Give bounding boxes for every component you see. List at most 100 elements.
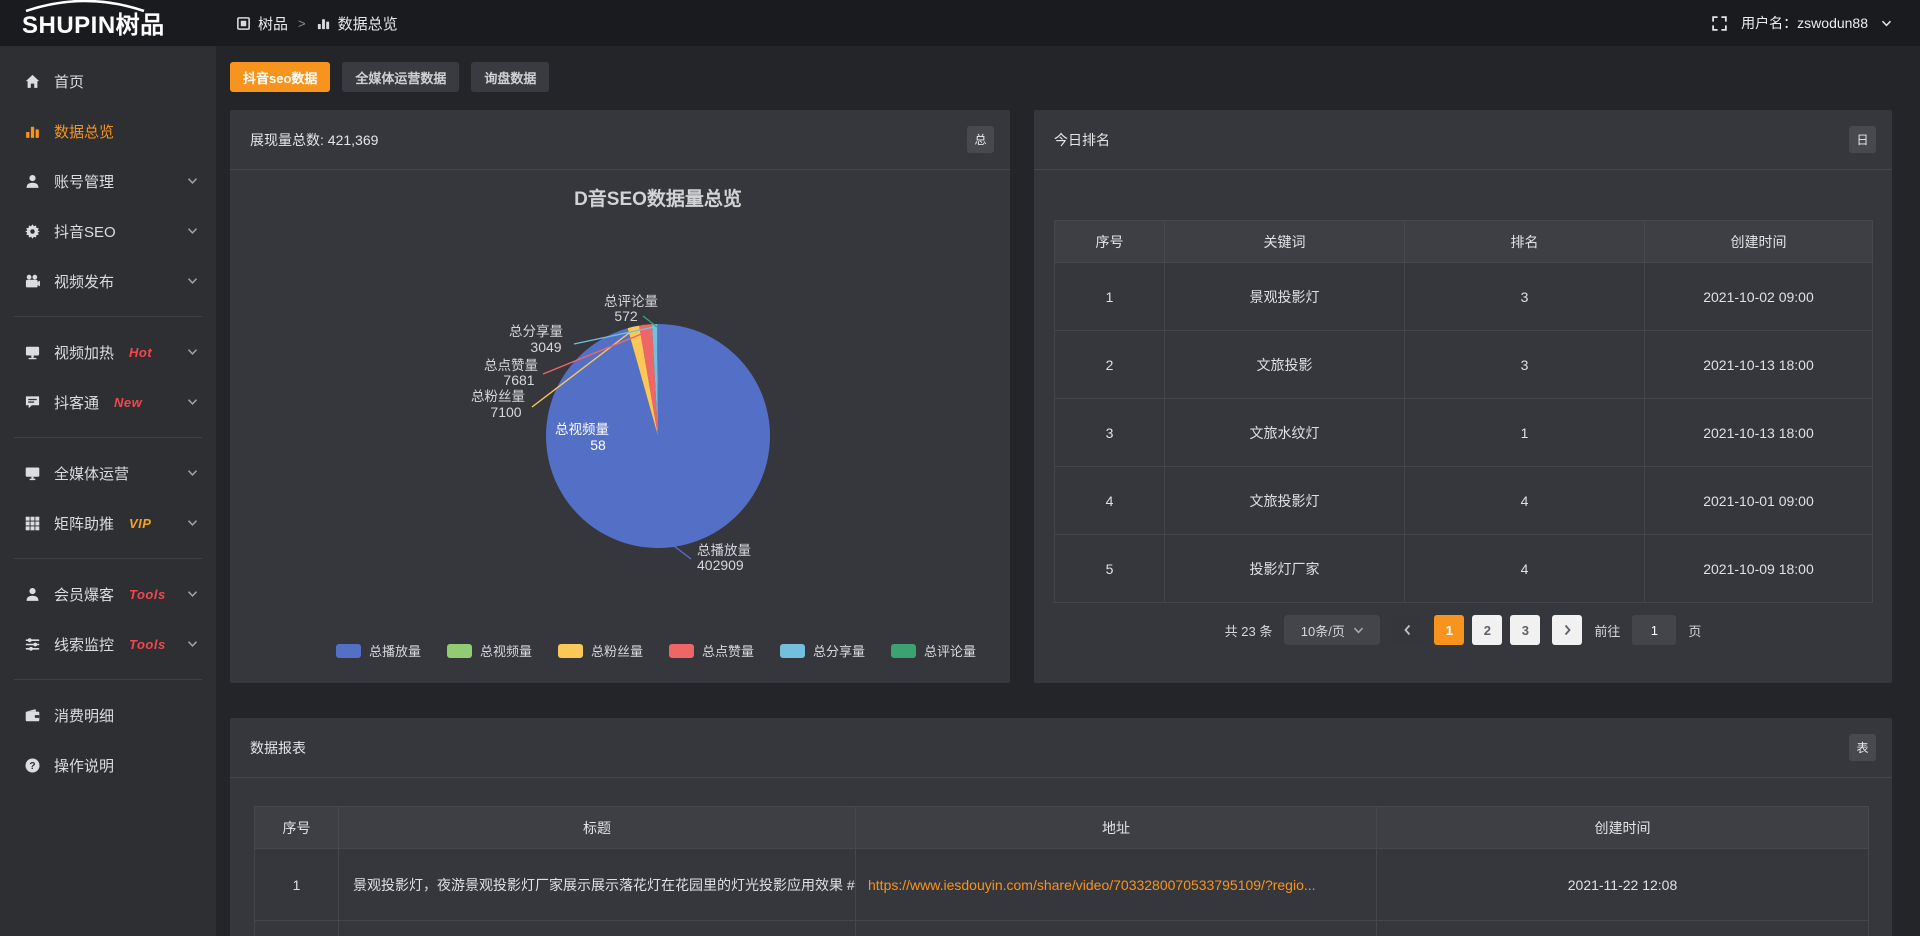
- sidebar-item-label: 矩阵助推: [54, 513, 114, 534]
- total-badge[interactable]: 总: [967, 126, 994, 153]
- sidebar-item-media-operation[interactable]: 全媒体运营: [0, 448, 216, 498]
- legend-swatch: [336, 644, 361, 658]
- sidebar: 首页数据总览账号管理抖音SEO视频发布视频加热Hot抖客通New全媒体运营矩阵助…: [0, 46, 216, 936]
- legend-label: 总点赞量: [702, 641, 754, 660]
- table-row[interactable]: 5投影灯厂家42021-10-09 18:00: [1055, 535, 1873, 603]
- report-col-header: 地址: [856, 807, 1377, 849]
- main-content: 抖音seo数据全媒体运营数据询盘数据 展现量总数: 421,369 总 D音SE…: [216, 46, 1920, 936]
- pagination-page-1[interactable]: 1: [1434, 615, 1464, 645]
- sidebar-item-lead-monitor[interactable]: 线索监控Tools: [0, 619, 216, 669]
- chart-panel-header: 展现量总数: 421,369: [230, 110, 1010, 170]
- rank-cell: 投影灯厂家: [1165, 535, 1405, 603]
- sidebar-item-label: 操作说明: [54, 755, 114, 776]
- legend-item-总视频量[interactable]: 总视频量: [447, 641, 532, 660]
- table-row[interactable]: 2文旅投影32021-10-13 18:00: [1055, 331, 1873, 399]
- breadcrumb-current[interactable]: 数据总览: [338, 13, 398, 34]
- sidebar-item-account-management[interactable]: 账号管理: [0, 156, 216, 206]
- day-badge[interactable]: 日: [1849, 126, 1876, 153]
- sidebar-item-label: 消费明细: [54, 705, 114, 726]
- legend-swatch: [780, 644, 805, 658]
- rank-col-header: 序号: [1055, 221, 1165, 263]
- report-col-header: 标题: [339, 807, 856, 849]
- ranking-panel: 今日排名 日 序号关键词排名创建时间1景观投影灯32021-10-02 09:0…: [1034, 110, 1892, 683]
- rank-cell: 2021-10-09 18:00: [1645, 535, 1873, 603]
- sidebar-item-member-baoke[interactable]: 会员爆客Tools: [0, 569, 216, 619]
- table-badge[interactable]: 表: [1849, 734, 1876, 761]
- chevron-down-icon: [187, 349, 198, 356]
- sidebar-item-douyin-seo[interactable]: 抖音SEO: [0, 206, 216, 256]
- pagination-prev-button[interactable]: [1392, 615, 1422, 645]
- pie-chart: 总播放量402909总视频量58总粉丝量7100总点赞量7681总分享量3049…: [230, 170, 1010, 638]
- tab-media-operation-data[interactable]: 全媒体运营数据: [342, 62, 459, 92]
- rank-col-header: 排名: [1405, 221, 1645, 263]
- pagination-page-3[interactable]: 3: [1510, 615, 1540, 645]
- pie-label-name: 总点赞量: [484, 358, 538, 373]
- pie-label-value: 402909: [697, 557, 744, 573]
- legend-item-总粉丝量[interactable]: 总粉丝量: [558, 641, 643, 660]
- legend-swatch: [669, 644, 694, 658]
- chevron-down-icon: [1353, 627, 1364, 634]
- sidebar-item-consumption-detail[interactable]: 消费明细: [0, 690, 216, 740]
- report-cell-index: 1: [255, 849, 339, 921]
- chevron-down-icon: [187, 641, 198, 648]
- legend-item-总点赞量[interactable]: 总点赞量: [669, 641, 754, 660]
- breadcrumb: 树品 > 数据总览: [236, 13, 398, 34]
- rank-cell: 2021-10-13 18:00: [1645, 399, 1873, 467]
- rank-col-header: 创建时间: [1645, 221, 1873, 263]
- rank-cell: 2021-10-01 09:00: [1645, 467, 1873, 535]
- sidebar-divider: [14, 679, 202, 680]
- fullscreen-icon[interactable]: [1711, 15, 1728, 32]
- sidebar-item-data-overview[interactable]: 数据总览: [0, 106, 216, 156]
- monitor-icon: [24, 465, 41, 482]
- pagination-next-button[interactable]: [1552, 615, 1582, 645]
- breadcrumb-separator: >: [298, 16, 306, 31]
- page-size-select[interactable]: 10条/页: [1284, 615, 1380, 645]
- sidebar-item-home[interactable]: 首页: [0, 56, 216, 106]
- sidebar-item-operation-guide[interactable]: ?操作说明: [0, 740, 216, 790]
- tab-douyin-seo-data[interactable]: 抖音seo数据: [230, 62, 330, 92]
- sidebar-item-video-publish[interactable]: 视频发布: [0, 256, 216, 306]
- sidebar-badge: Tools: [129, 587, 166, 602]
- sidebar-badge: VIP: [129, 516, 151, 531]
- dashboard-icon: [236, 16, 251, 31]
- sidebar-item-video-heating[interactable]: 视频加热Hot: [0, 327, 216, 377]
- sidebar-item-douketong[interactable]: 抖客通New: [0, 377, 216, 427]
- pie-label-line: [674, 546, 691, 559]
- pie-label-value: 3049: [530, 339, 561, 355]
- legend-item-总分享量[interactable]: 总分享量: [780, 641, 865, 660]
- goto-page-input[interactable]: [1632, 615, 1676, 645]
- table-row[interactable]: 1景观投影灯32021-10-02 09:00: [1055, 263, 1873, 331]
- report-cell-url-link[interactable]: https://www.iesdouyin.com/share/video/70…: [856, 849, 1377, 921]
- report-panel-title: 数据报表: [250, 740, 306, 756]
- legend-label: 总粉丝量: [591, 641, 643, 660]
- username[interactable]: 用户名：zswodun88: [1741, 13, 1868, 33]
- table-row[interactable]: 3文旅水纹灯12021-10-13 18:00: [1055, 399, 1873, 467]
- legend-item-总评论量[interactable]: 总评论量: [891, 641, 976, 660]
- sidebar-item-label: 数据总览: [54, 121, 114, 142]
- breadcrumb-root[interactable]: 树品: [258, 13, 288, 34]
- report-cell-created: 2021-11-22 12:08: [1377, 849, 1869, 921]
- chevron-down-icon[interactable]: [1881, 20, 1892, 27]
- video-icon: [24, 273, 41, 290]
- report-col-header: 序号: [255, 807, 339, 849]
- sidebar-item-matrix-boost[interactable]: 矩阵助推 VIP: [0, 498, 216, 548]
- sidebar-item-label: 首页: [54, 71, 84, 92]
- legend-swatch: [447, 644, 472, 658]
- legend-item-总播放量[interactable]: 总播放量: [336, 641, 421, 660]
- table-row[interactable]: 1景观投影灯，夜游景观投影灯厂家展示展示落花灯在花园里的灯光投影应用效果 #ht…: [255, 849, 1869, 921]
- chevron-down-icon: [187, 399, 198, 406]
- header-right: 用户名：zswodun88: [1711, 13, 1920, 33]
- table-row[interactable]: 4文旅投影灯42021-10-01 09:00: [1055, 467, 1873, 535]
- logo-arc: [22, 0, 148, 12]
- sidebar-badge: Tools: [129, 637, 166, 652]
- tab-inquiry-data[interactable]: 询盘数据: [471, 62, 549, 92]
- chevron-down-icon: [187, 228, 198, 235]
- rank-cell: 2: [1055, 331, 1165, 399]
- sidebar-badge: New: [114, 395, 142, 410]
- pagination-page-2[interactable]: 2: [1472, 615, 1502, 645]
- pie-label-name: 总评论量: [604, 294, 658, 309]
- report-cell-title: 景观投影灯，夜游景观投影灯厂家展示展示落花灯在花园里的灯光投影应用效果 #: [339, 849, 856, 921]
- rank-cell: 2021-10-13 18:00: [1645, 331, 1873, 399]
- rank-cell: 景观投影灯: [1165, 263, 1405, 331]
- sidebar-divider: [14, 437, 202, 438]
